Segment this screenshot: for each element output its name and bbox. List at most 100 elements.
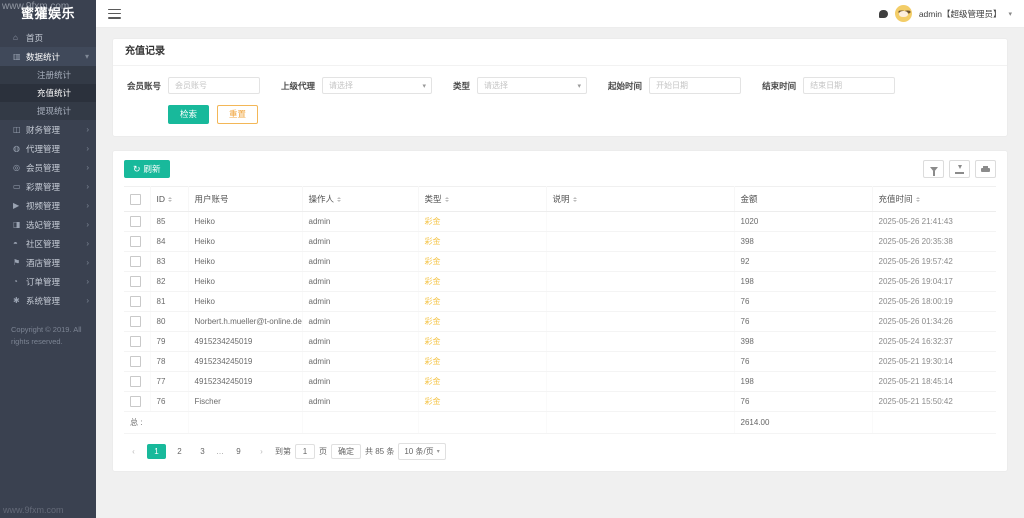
- row-checkbox-cell: [124, 272, 150, 292]
- cell-type: 彩金: [418, 372, 546, 392]
- cell-operator: admin: [302, 392, 418, 412]
- jump-prefix: 到第: [275, 446, 291, 457]
- table-header-row: ID用户账号操作人类型说明金额充值时间: [124, 187, 996, 212]
- sidebar-subitem-register-stats[interactable]: 注册统计: [0, 66, 96, 84]
- cell-type: 彩金: [418, 292, 546, 312]
- sidebar-item-member[interactable]: ◎会员管理›: [0, 158, 96, 177]
- sidebar-item-agent[interactable]: ◍代理管理›: [0, 139, 96, 158]
- next-page-button[interactable]: ›: [252, 444, 271, 459]
- table-total-row: 总 :2614.00: [124, 412, 996, 434]
- row-checkbox[interactable]: [130, 336, 141, 347]
- records-table: ID用户账号操作人类型说明金额充值时间 85Heikoadmin彩金102020…: [124, 186, 996, 434]
- table-row: 76Fischeradmin彩金762025-05-21 15:50:42: [124, 392, 996, 412]
- filter-select-type[interactable]: 请选择▾: [477, 77, 587, 94]
- cell-note: [546, 392, 734, 412]
- sidebar-subitem-withdraw-stats[interactable]: 提现统计: [0, 102, 96, 120]
- select-all-checkbox[interactable]: [130, 194, 141, 205]
- row-checkbox[interactable]: [130, 236, 141, 247]
- print-icon[interactable]: [975, 160, 996, 178]
- filter-input-start-time[interactable]: [649, 77, 741, 94]
- sidebar-item-hotel[interactable]: ⚑酒店管理›: [0, 253, 96, 272]
- column-label: 说明: [553, 194, 570, 204]
- chevron-right-icon: ›: [86, 220, 89, 229]
- page-size-value: 10 条/页: [404, 446, 433, 457]
- search-button[interactable]: 检索: [168, 105, 209, 124]
- refresh-button[interactable]: ↻ 刷新: [124, 160, 170, 178]
- sidebar-item-label: 视频管理: [26, 200, 86, 212]
- chevron-right-icon: ›: [86, 258, 89, 267]
- row-checkbox[interactable]: [130, 396, 141, 407]
- sidebar-item-order[interactable]: ◔订单管理›: [0, 272, 96, 291]
- film-icon: ◨: [13, 220, 26, 229]
- members-icon: ◎: [13, 163, 26, 172]
- reset-button[interactable]: 重置: [217, 105, 258, 124]
- filter-columns-icon[interactable]: [923, 160, 944, 178]
- cell-operator: admin: [302, 372, 418, 392]
- cell-type: 彩金: [418, 232, 546, 252]
- row-checkbox[interactable]: [130, 296, 141, 307]
- user-menu[interactable]: admin【超级管理员】: [919, 8, 1002, 20]
- sidebar-item-video[interactable]: ▶视频管理›: [0, 196, 96, 215]
- filter-field-type: 类型请选择▾: [453, 77, 587, 94]
- watermark: www.9fxm.com: [3, 505, 64, 515]
- cell-operator: admin: [302, 352, 418, 372]
- avatar[interactable]: [895, 5, 912, 22]
- row-checkbox[interactable]: [130, 276, 141, 287]
- export-icon[interactable]: [949, 160, 970, 178]
- cell-user: Norbert.h.mueller@t-online.de: [188, 312, 302, 332]
- sidebar-subitem-recharge-stats[interactable]: 充值统计: [0, 84, 96, 102]
- sort-icon[interactable]: [916, 195, 920, 204]
- row-checkbox[interactable]: [130, 376, 141, 387]
- cell-time: 2025-05-24 16:32:37: [872, 332, 996, 352]
- row-checkbox[interactable]: [130, 356, 141, 367]
- sidebar-item-lottery[interactable]: ▭彩票管理›: [0, 177, 96, 196]
- page-button-2[interactable]: 2: [170, 444, 189, 459]
- cell-amount: 198: [734, 372, 872, 392]
- page-size-select[interactable]: 10 条/页▾: [398, 443, 445, 460]
- row-checkbox[interactable]: [130, 316, 141, 327]
- filter-select-agent[interactable]: 请选择▾: [322, 77, 432, 94]
- notification-icon[interactable]: [879, 10, 888, 18]
- cell-user: Fischer: [188, 392, 302, 412]
- sidebar-item-system[interactable]: ✱系统管理›: [0, 291, 96, 310]
- cell-type: 彩金: [418, 272, 546, 292]
- sort-icon[interactable]: [573, 195, 577, 204]
- column-header-0[interactable]: ID: [150, 187, 188, 212]
- cell-user: 4915234245019: [188, 352, 302, 372]
- sort-icon[interactable]: [445, 195, 449, 204]
- table-row: 80Norbert.h.mueller@t-online.deadmin彩金76…: [124, 312, 996, 332]
- column-header-2[interactable]: 操作人: [302, 187, 418, 212]
- jump-page-input[interactable]: [295, 444, 315, 459]
- sort-icon[interactable]: [168, 195, 172, 204]
- jump-confirm-button[interactable]: 确定: [331, 444, 361, 459]
- sidebar-item-community[interactable]: ◓社区管理›: [0, 234, 96, 253]
- copyright-text: Copyright © 2019. All rights reserved.: [0, 324, 96, 347]
- filter-card: 充值记录 会员账号上级代理请选择▾类型请选择▾起始时间结束时间 检索 重置: [112, 38, 1008, 137]
- row-checkbox-cell: [124, 252, 150, 272]
- filter-input-end-time[interactable]: [803, 77, 895, 94]
- sort-icon[interactable]: [337, 195, 341, 204]
- cell-amount: 1020: [734, 212, 872, 232]
- prev-page-button[interactable]: ‹: [124, 444, 143, 459]
- row-checkbox[interactable]: [130, 216, 141, 227]
- sidebar-item-home[interactable]: ⌂首页: [0, 28, 96, 47]
- table-card: ↻ 刷新 ID用户账号操作人类型说明金额充值时间 85Heikoadmin彩金1…: [112, 150, 1008, 472]
- cell-note: [546, 312, 734, 332]
- filter-input-account[interactable]: [168, 77, 260, 94]
- column-header-4[interactable]: 说明: [546, 187, 734, 212]
- page-button-3[interactable]: 3: [193, 444, 212, 459]
- sidebar-item-finance[interactable]: ◫财务管理›: [0, 120, 96, 139]
- cell-time: 2025-05-26 19:57:42: [872, 252, 996, 272]
- page-button-9[interactable]: 9: [229, 444, 248, 459]
- user-area: admin【超级管理员】 ▾: [879, 5, 1012, 22]
- page-button-1[interactable]: 1: [147, 444, 166, 459]
- row-checkbox[interactable]: [130, 256, 141, 267]
- column-header-3[interactable]: 类型: [418, 187, 546, 212]
- sidebar-item-xuanfei[interactable]: ◨选妃管理›: [0, 215, 96, 234]
- chevron-right-icon: ›: [86, 277, 89, 286]
- cell-operator: admin: [302, 212, 418, 232]
- sidebar-item-data-stats[interactable]: ▥数据统计▾: [0, 47, 96, 66]
- cell-id: 78: [150, 352, 188, 372]
- menu-toggle-icon[interactable]: [108, 9, 121, 19]
- column-header-6[interactable]: 充值时间: [872, 187, 996, 212]
